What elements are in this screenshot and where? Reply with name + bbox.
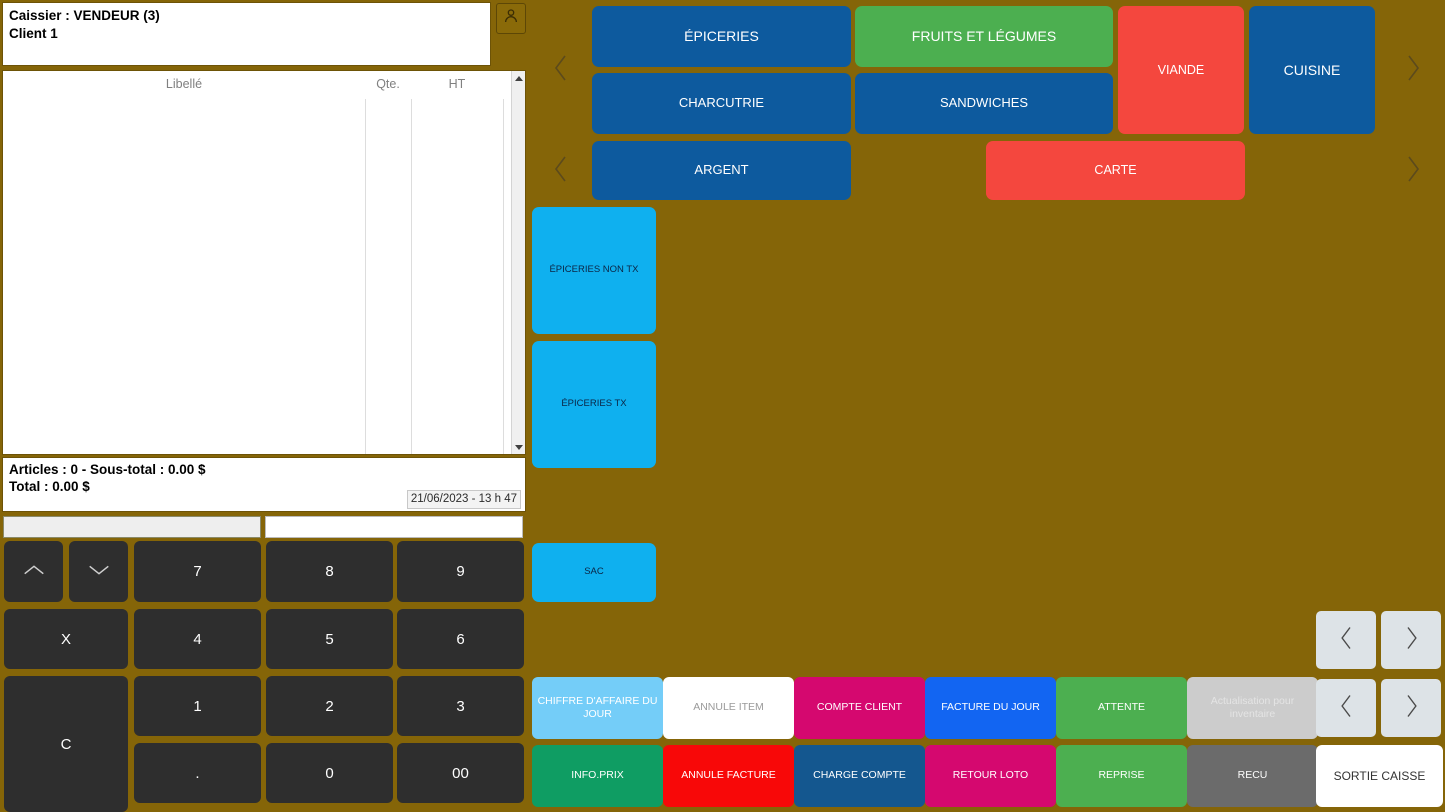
- column-header-qte: Qte.: [376, 77, 400, 91]
- keypad-key-0[interactable]: 0: [266, 743, 393, 803]
- category-button-charcutrie[interactable]: CHARCUTRIE: [592, 73, 851, 134]
- keypad-multiply-button[interactable]: X: [4, 609, 128, 669]
- action-retour-loto[interactable]: RETOUR LOTO: [925, 745, 1056, 807]
- chevron-left-icon: [1338, 692, 1355, 725]
- secondary-input-disabled: [3, 516, 261, 538]
- category-button-sac[interactable]: SAC: [532, 543, 656, 602]
- chevron-right-icon: [1403, 624, 1420, 657]
- chevron-right-icon: [1404, 153, 1422, 190]
- keypad-key-9[interactable]: 9: [397, 541, 524, 602]
- category-button-viande[interactable]: VIANDE: [1118, 6, 1244, 134]
- action-row-next-button[interactable]: [1381, 679, 1441, 737]
- category-button-epiceries-non-tx[interactable]: ÉPICERIES NON TX: [532, 207, 656, 334]
- chevron-right-icon: [1403, 692, 1420, 725]
- items-table-header: Libellé Qte. HT: [3, 71, 525, 99]
- scroll-down-button[interactable]: [512, 440, 525, 454]
- action-attente[interactable]: ATTENTE: [1056, 677, 1187, 739]
- chevron-left-icon: [1338, 624, 1355, 657]
- category-button-argent[interactable]: ARGENT: [592, 141, 851, 200]
- cashier-info-box: Caissier : VENDEUR (3) Client 1: [2, 2, 491, 66]
- keypad-decimal-button[interactable]: .: [134, 743, 261, 803]
- column-divider: [365, 99, 366, 454]
- action-charge-compte[interactable]: CHARGE COMPTE: [794, 745, 925, 807]
- chevron-down-icon: [86, 562, 112, 582]
- action-info-prix[interactable]: INFO.PRIX: [532, 745, 663, 807]
- triangle-up-icon: [515, 75, 523, 81]
- keypad-key-3[interactable]: 3: [397, 676, 524, 736]
- category-and-actions-panel: ÉPICERIES FRUITS ET LÉGUMES VIANDE CUISI…: [530, 0, 1445, 812]
- keypad-key-1[interactable]: 1: [134, 676, 261, 736]
- action-recu[interactable]: RECU: [1187, 745, 1318, 807]
- action-actualisation-pour-inventaire: Actualisation pour inventaire: [1187, 677, 1318, 739]
- keypad-up-button[interactable]: [4, 541, 63, 602]
- keypad-key-8[interactable]: 8: [266, 541, 393, 602]
- keypad-key-7[interactable]: 7: [134, 541, 261, 602]
- category-page-prev-top[interactable]: [544, 53, 578, 87]
- cashier-label: Caissier : VENDEUR (3): [9, 8, 160, 23]
- subtotal-line: Articles : 0 - Sous-total : 0.00 $: [9, 462, 206, 477]
- category-button-cuisine[interactable]: CUISINE: [1249, 6, 1375, 134]
- category-button-sandwiches[interactable]: SANDWICHES: [855, 73, 1113, 134]
- action-compte-client[interactable]: COMPTE CLIENT: [794, 677, 925, 739]
- person-icon: [503, 8, 519, 29]
- keypad-key-5[interactable]: 5: [266, 609, 393, 669]
- category-page-next-top[interactable]: [1396, 53, 1430, 87]
- category-button-epiceries[interactable]: ÉPICERIES: [592, 6, 851, 67]
- totals-box: Articles : 0 - Sous-total : 0.00 $ Total…: [2, 457, 526, 512]
- triangle-down-icon: [515, 444, 523, 450]
- action-reprise[interactable]: REPRISE: [1056, 745, 1187, 807]
- chevron-right-icon: [1404, 52, 1422, 89]
- items-table: Libellé Qte. HT: [2, 70, 526, 455]
- keypad-key-2[interactable]: 2: [266, 676, 393, 736]
- user-select-button[interactable]: [496, 3, 526, 34]
- keypad-key-00[interactable]: 00: [397, 743, 524, 803]
- action-annule-item[interactable]: ANNULE ITEM: [663, 677, 794, 739]
- column-divider: [411, 99, 412, 454]
- column-header-libelle: Libellé: [165, 77, 203, 91]
- chevron-up-icon: [21, 562, 47, 582]
- action-annule-facture[interactable]: ANNULE FACTURE: [663, 745, 794, 807]
- scroll-up-button[interactable]: [512, 71, 525, 85]
- category-button-epiceries-tx[interactable]: ÉPICERIES TX: [532, 341, 656, 468]
- action-facture-du-jour[interactable]: FACTURE DU JOUR: [925, 677, 1056, 739]
- action-sortie-caisse[interactable]: SORTIE CAISSE: [1316, 745, 1443, 807]
- chevron-left-icon: [552, 153, 570, 190]
- client-label: Client 1: [9, 26, 58, 41]
- pos-application: Caissier : VENDEUR (3) Client 1 Libellé …: [0, 0, 1445, 812]
- category-button-carte[interactable]: CARTE: [986, 141, 1245, 200]
- action-page-prev-button[interactable]: [1316, 611, 1376, 669]
- category-page-next-bottom[interactable]: [1396, 154, 1430, 188]
- numeric-keypad: 7 8 9 X 4 5 6 C 1 2 3 . 0 00: [0, 541, 530, 812]
- category-button-fruits-et-legumes[interactable]: FRUITS ET LÉGUMES: [855, 6, 1113, 67]
- column-header-ht: HT: [448, 77, 466, 91]
- items-table-scrollbar[interactable]: [511, 71, 525, 454]
- column-divider: [503, 99, 504, 454]
- keypad-key-4[interactable]: 4: [134, 609, 261, 669]
- action-chiffre-daffaire-du-jour[interactable]: CHIFFRE D'AFFAIRE DU JOUR: [532, 677, 663, 739]
- category-page-prev-bottom[interactable]: [544, 154, 578, 188]
- keypad-key-6[interactable]: 6: [397, 609, 524, 669]
- chevron-left-icon: [552, 52, 570, 89]
- action-row-prev-button[interactable]: [1316, 679, 1376, 737]
- keypad-down-button[interactable]: [69, 541, 128, 602]
- keypad-clear-button[interactable]: C: [4, 676, 128, 812]
- datetime-display: 21/06/2023 - 13 h 47: [406, 490, 521, 509]
- transaction-panel: Caissier : VENDEUR (3) Client 1 Libellé …: [0, 0, 530, 812]
- primary-input[interactable]: [265, 516, 523, 538]
- action-page-next-button[interactable]: [1381, 611, 1441, 669]
